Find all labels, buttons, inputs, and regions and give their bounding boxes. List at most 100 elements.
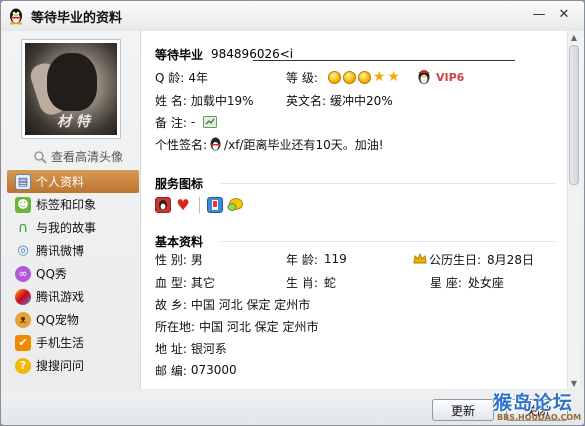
sidebar-item-soso[interactable]: ? 搜搜问问 xyxy=(7,354,139,377)
constellation-row: 星 座: 处女座 xyxy=(430,273,504,291)
postcode-label: 邮 编: xyxy=(155,363,187,378)
pet-icon: ᴥ xyxy=(15,311,31,328)
age-value: 119 xyxy=(323,252,347,266)
remark-label: 备 注: xyxy=(155,115,187,130)
level-icons[interactable]: ★ ★ xyxy=(327,69,402,85)
sidebar-nav: ▤ 个人资料 ☻ 标签和印象 ∩ 与我的故事 ◎ 腾讯微博 ∞ QQ秀 腾讯游戏 xyxy=(7,170,139,377)
zodiac-value: 蛇 xyxy=(323,275,336,290)
hometown-value: 中国 河北 保定 定州市 xyxy=(190,297,311,312)
sidebar-item-mobile[interactable]: ✔ 手机生活 xyxy=(7,331,139,354)
sidebar-item-profile[interactable]: ▤ 个人资料 xyxy=(7,170,139,193)
weibo-icon: ◎ xyxy=(17,243,29,258)
sidebar-item-games[interactable]: 腾讯游戏 xyxy=(7,285,139,308)
sidebar-item-tags[interactable]: ☻ 标签和印象 xyxy=(7,193,139,216)
scroll-thumb[interactable] xyxy=(569,45,579,185)
postcode-value: 073000 xyxy=(190,363,237,377)
avatar[interactable]: 材 特 xyxy=(21,39,121,139)
service-separator xyxy=(199,197,200,213)
sidebar-item-label: QQ宠物 xyxy=(36,313,79,327)
qage-label: Q 龄: xyxy=(155,70,185,85)
hometown-label: 故 乡: xyxy=(155,297,187,312)
qq-vip-penguin-icon[interactable] xyxy=(416,69,432,85)
sidebar-item-label: 标签和印象 xyxy=(36,198,97,212)
sun-level-icon xyxy=(357,70,371,84)
section-divider xyxy=(221,183,555,184)
story-icon: ∩ xyxy=(17,219,29,236)
sidebar-item-story[interactable]: ∩ 与我的故事 xyxy=(7,216,139,239)
signature-value: /xf/距离毕业还有10天。加油! xyxy=(224,137,384,152)
constellation-label: 星 座: xyxy=(430,275,462,290)
birthday-label: 公历生日: xyxy=(429,252,482,267)
star-level-icon: ★ xyxy=(372,69,386,85)
name-label: 姓 名: xyxy=(155,93,187,108)
level-row: 等 级: ★ ★ VIP6 xyxy=(286,68,464,86)
basic-section-title: 基本资料 xyxy=(155,235,204,249)
sidebar-item-weibo[interactable]: ◎ 腾讯微博 xyxy=(7,239,139,262)
nickname-underline xyxy=(253,60,515,61)
level-label: 等 级: xyxy=(286,70,318,85)
sidebar-item-label: 手机生活 xyxy=(36,336,85,350)
address-row: 地 址: 银河系 xyxy=(155,339,227,357)
sidebar-item-label: 搜搜问问 xyxy=(36,359,85,373)
profile-card-icon: ▤ xyxy=(15,173,31,190)
game-icon xyxy=(15,288,31,305)
en-name-value: 缓冲中20% xyxy=(330,93,393,108)
watermark-sub: BBS.HOUDAO.COM xyxy=(497,413,582,422)
sidebar-item-label: 腾讯游戏 xyxy=(36,290,85,304)
avatar-caption: 材 特 xyxy=(57,114,90,130)
service-heart-icon[interactable]: ♥ xyxy=(175,197,191,213)
qage-row: Q 龄: 4年 xyxy=(155,68,208,86)
en-name-row: 英文名: 缓冲中20% xyxy=(286,91,393,109)
title-bar[interactable]: 等待毕业的资料 — ✕ xyxy=(1,1,584,31)
vip-badge[interactable]: VIP6 xyxy=(436,71,464,84)
edit-remark-icon[interactable] xyxy=(203,116,218,128)
scroll-up-arrow-icon[interactable]: ▲ xyxy=(568,31,580,43)
service-mobile-icon[interactable] xyxy=(207,197,223,213)
profile-window: 等待毕业的资料 — ✕ 材 特 查看高清头像 ▤ 个人资料 ☻ 标签和印象 ∩ … xyxy=(0,0,585,426)
crown-icon xyxy=(413,253,427,264)
service-icons: ♥ xyxy=(155,197,275,215)
profile-content: 等待毕业 984896026<i Q 龄: 4年 等 级: ★ ★ VIP6 姓… xyxy=(140,31,567,389)
star-level-icon: ★ xyxy=(387,69,400,85)
gender-row: 性 别: 男 xyxy=(155,250,203,268)
tag-icon: ☻ xyxy=(15,196,31,213)
view-hd-avatar-link[interactable]: 查看高清头像 xyxy=(33,148,123,165)
section-divider xyxy=(221,241,555,242)
gender-label: 性 别: xyxy=(155,252,187,267)
zoom-icon xyxy=(34,150,47,164)
sidebar-item-label: 与我的故事 xyxy=(36,221,97,235)
remark-row: 备 注: - xyxy=(155,113,218,131)
gender-value: 男 xyxy=(190,252,203,267)
refresh-button[interactable]: 更新 xyxy=(432,399,494,421)
nickname: 等待毕业 xyxy=(155,47,204,62)
qq-number[interactable]: 984896026<i xyxy=(211,47,293,61)
age-row: 年 龄: 119 xyxy=(286,250,347,268)
sidebar-item-label: 腾讯微博 xyxy=(36,244,85,258)
service-penguin-icon[interactable] xyxy=(155,197,171,213)
location-label: 所在地: xyxy=(155,319,196,334)
zodiac-label: 生 肖: xyxy=(286,275,318,290)
name-value: 加载中19% xyxy=(190,93,254,108)
sidebar-item-label: 个人资料 xyxy=(36,175,85,189)
site-watermark: 猴岛论坛 BBS.HOUDAO.COM xyxy=(491,387,583,425)
question-icon: ? xyxy=(15,357,31,374)
close-window-button[interactable]: ✕ xyxy=(554,5,574,23)
sidebar-item-qqshow[interactable]: ∞ QQ秀 xyxy=(7,262,139,285)
postcode-row: 邮 编: 073000 xyxy=(155,361,237,379)
penguin-emoticon-icon xyxy=(210,137,221,151)
signature-label: 个性签名: xyxy=(155,137,208,152)
hometown-row: 故 乡: 中国 河北 保定 定州市 xyxy=(155,295,310,313)
mobile-icon: ✔ xyxy=(15,334,31,351)
age-label: 年 龄: xyxy=(286,252,318,267)
constellation-value: 处女座 xyxy=(467,275,504,290)
qage-value: 4年 xyxy=(188,70,208,85)
avatar-image: 材 特 xyxy=(25,43,117,135)
sidebar-item-pet[interactable]: ᴥ QQ宠物 xyxy=(7,308,139,331)
birthday-row: 公历生日: 8月28日 xyxy=(413,250,534,268)
minimize-button[interactable]: — xyxy=(529,5,549,23)
address-label: 地 址: xyxy=(155,341,187,356)
content-scrollbar[interactable]: ▲ ▼ xyxy=(567,31,580,389)
sun-level-icon xyxy=(327,70,341,84)
service-chat-icon[interactable] xyxy=(227,197,243,213)
window-title: 等待毕业的资料 xyxy=(31,11,123,26)
